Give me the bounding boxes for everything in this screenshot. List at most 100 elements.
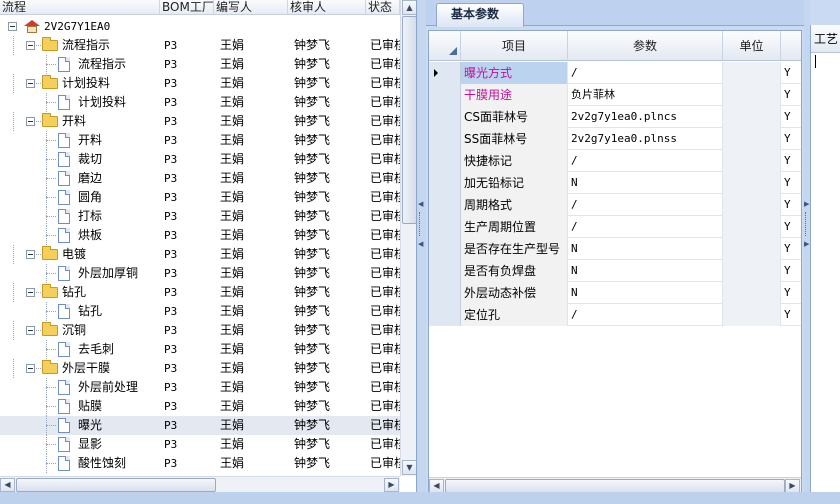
tree-row[interactable]: 计划投料 P3 王娟 钟梦飞 已审核: [0, 93, 400, 112]
column-header-process[interactable]: 流程: [0, 0, 160, 15]
flag-cell[interactable]: Y: [781, 238, 801, 260]
tree-row[interactable]: 打标 P3 王娟 钟梦飞 已审核: [0, 207, 400, 226]
param-cell[interactable]: /: [568, 194, 723, 216]
flag-cell[interactable]: Y: [781, 150, 801, 172]
scroll-up-icon[interactable]: ▲: [402, 0, 416, 15]
param-cell[interactable]: /: [568, 216, 723, 238]
unit-cell[interactable]: [723, 106, 781, 128]
side-header[interactable]: 工艺: [811, 25, 840, 53]
row-indicator[interactable]: [429, 194, 461, 216]
scroll-right-icon[interactable]: ▶: [384, 478, 399, 492]
tab-basic-params[interactable]: 基本参数: [436, 3, 524, 27]
item-cell[interactable]: 是否有负焊盘: [461, 260, 568, 282]
item-cell[interactable]: 曝光方式: [461, 62, 568, 84]
unit-cell[interactable]: [723, 150, 781, 172]
column-header-item[interactable]: 项目: [461, 31, 568, 61]
flag-cell[interactable]: Y: [781, 84, 801, 106]
scroll-left-icon[interactable]: ◀: [0, 478, 15, 492]
column-header-reviewer[interactable]: 核审人: [288, 0, 366, 15]
grid-horizontal-scrollbar[interactable]: ◀ ▶: [429, 477, 801, 493]
param-cell[interactable]: N: [568, 238, 723, 260]
unit-cell[interactable]: [723, 62, 781, 84]
unit-cell[interactable]: [723, 238, 781, 260]
grid-row[interactable]: 周期格式 / Y: [429, 194, 801, 216]
param-cell[interactable]: 2v2g7y1ea0.plnss: [568, 128, 723, 150]
collapse-right-icon[interactable]: ▶: [804, 240, 809, 248]
tree-horizontal-scrollbar[interactable]: ◀ ▶: [0, 476, 400, 492]
item-cell[interactable]: 外层动态补偿: [461, 282, 568, 304]
flag-cell[interactable]: Y: [781, 194, 801, 216]
row-indicator[interactable]: [429, 216, 461, 238]
unit-cell[interactable]: [723, 172, 781, 194]
scroll-left-icon[interactable]: ◀: [429, 479, 444, 493]
scroll-thumb[interactable]: [402, 16, 416, 224]
scroll-right-icon[interactable]: ▶: [785, 479, 800, 493]
row-indicator[interactable]: [429, 238, 461, 260]
collapse-toggle-icon[interactable]: [26, 364, 35, 373]
collapse-left-icon[interactable]: ◀: [418, 240, 423, 248]
unit-cell[interactable]: [723, 194, 781, 216]
grid-row[interactable]: 快捷标记 / Y: [429, 150, 801, 172]
collapse-toggle-icon[interactable]: [26, 117, 35, 126]
item-cell[interactable]: 定位孔: [461, 304, 568, 326]
tree-row[interactable]: 流程指示 P3 王娟 钟梦飞 已审核: [0, 36, 400, 55]
scroll-down-icon[interactable]: ▼: [402, 460, 416, 475]
collapse-left-icon[interactable]: ◀: [418, 200, 423, 208]
grid-row[interactable]: 外层动态补偿 N Y: [429, 282, 801, 304]
row-indicator[interactable]: [429, 282, 461, 304]
row-indicator[interactable]: [429, 150, 461, 172]
tree-row[interactable]: 烘板 P3 王娟 钟梦飞 已审核: [0, 226, 400, 245]
grid-row[interactable]: 干膜用途 负片菲林 Y: [429, 84, 801, 106]
column-header-bom[interactable]: BOM工厂: [160, 0, 214, 15]
grid-row[interactable]: 是否存在生产型号 N Y: [429, 238, 801, 260]
collapse-toggle-icon[interactable]: [26, 326, 35, 335]
flag-cell[interactable]: Y: [781, 172, 801, 194]
tree-row[interactable]: 酸性蚀刻 P3 王娟 钟梦飞 已审核: [0, 454, 400, 473]
grid-row[interactable]: 定位孔 / Y: [429, 304, 801, 326]
tree-row[interactable]: 显影 P3 王娟 钟梦飞 已审核: [0, 435, 400, 454]
row-indicator[interactable]: [429, 128, 461, 150]
tree-row[interactable]: 钻孔 P3 王娟 钟梦飞 已审核: [0, 283, 400, 302]
param-cell[interactable]: /: [568, 62, 723, 84]
grid-row[interactable]: SS面菲林号 2v2g7y1ea0.plnss Y: [429, 128, 801, 150]
item-cell[interactable]: 加无铅标记: [461, 172, 568, 194]
left-splitter[interactable]: ◀ ◀: [418, 0, 426, 504]
unit-cell[interactable]: [723, 84, 781, 106]
h-scroll-thumb[interactable]: [16, 478, 216, 492]
collapse-right-icon[interactable]: ▶: [804, 200, 809, 208]
flag-cell[interactable]: Y: [781, 282, 801, 304]
flag-cell[interactable]: Y: [781, 128, 801, 150]
param-cell[interactable]: 负片菲林: [568, 84, 723, 106]
param-cell[interactable]: /: [568, 304, 723, 326]
grid-row[interactable]: 曝光方式 / Y: [429, 62, 801, 84]
collapse-toggle-icon[interactable]: [26, 250, 35, 259]
param-cell[interactable]: 2v2g7y1ea0.plncs: [568, 106, 723, 128]
tree-row[interactable]: 2V2G7Y1EA0: [0, 17, 400, 36]
tree-row[interactable]: 沉铜 P3 王娟 钟梦飞 已审核: [0, 321, 400, 340]
row-indicator[interactable]: [429, 84, 461, 106]
unit-cell[interactable]: [723, 260, 781, 282]
item-cell[interactable]: 快捷标记: [461, 150, 568, 172]
flag-cell[interactable]: Y: [781, 62, 801, 84]
tree-row[interactable]: 曝光 P3 王娟 钟梦飞 已审核: [0, 416, 400, 435]
grid-row[interactable]: 加无铅标记 N Y: [429, 172, 801, 194]
grid-row[interactable]: 是否有负焊盘 N Y: [429, 260, 801, 282]
row-indicator[interactable]: [429, 304, 461, 326]
column-header-extra[interactable]: [781, 31, 801, 61]
tree-row[interactable]: 贴膜 P3 王娟 钟梦飞 已审核: [0, 397, 400, 416]
collapse-toggle-icon[interactable]: [26, 41, 35, 50]
tree-row[interactable]: 外层前处理 P3 王娟 钟梦飞 已审核: [0, 378, 400, 397]
tree-row[interactable]: 电镀 P3 王娟 钟梦飞 已审核: [0, 245, 400, 264]
flag-cell[interactable]: Y: [781, 106, 801, 128]
tree-row[interactable]: 外层加厚铜 P3 王娟 钟梦飞 已审核: [0, 264, 400, 283]
row-indicator[interactable]: [429, 172, 461, 194]
unit-cell[interactable]: [723, 128, 781, 150]
flag-cell[interactable]: Y: [781, 216, 801, 238]
collapse-toggle-icon[interactable]: [26, 79, 35, 88]
tree-row[interactable]: 开料 P3 王娟 钟梦飞 已审核: [0, 131, 400, 150]
item-cell[interactable]: 生产周期位置: [461, 216, 568, 238]
tree-row[interactable]: 去毛刺 P3 王娟 钟梦飞 已审核: [0, 340, 400, 359]
current-row-indicator-icon[interactable]: [429, 62, 461, 84]
tree-row[interactable]: 计划投料 P3 王娟 钟梦飞 已审核: [0, 74, 400, 93]
unit-cell[interactable]: [723, 304, 781, 326]
